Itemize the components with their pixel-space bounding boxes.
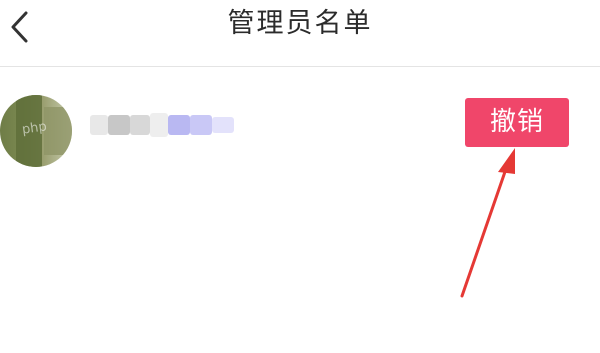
- username-blurred: [90, 109, 240, 139]
- nav-bar: 管理员名单: [0, 0, 600, 66]
- avatar: php: [0, 95, 72, 167]
- revoke-button[interactable]: 撤销: [465, 98, 569, 147]
- page-title: 管理员名单: [227, 8, 373, 39]
- admin-list-item: php 撤销: [0, 67, 600, 177]
